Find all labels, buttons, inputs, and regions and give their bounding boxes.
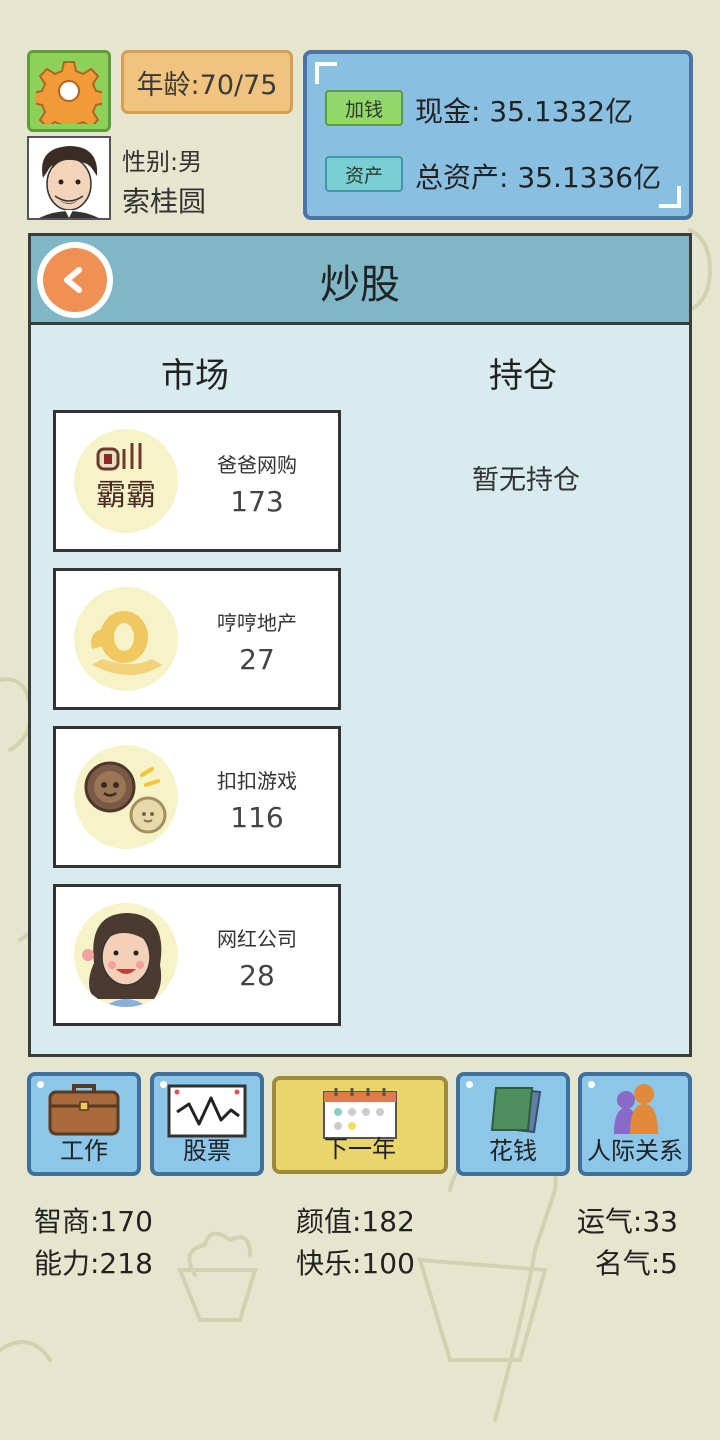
stat-happiness: 快乐:100: [296, 1247, 415, 1280]
nav-stocks-button[interactable]: 股票: [150, 1072, 264, 1176]
back-button[interactable]: [37, 242, 113, 318]
briefcase-icon: [48, 1084, 120, 1136]
panel-header: 炒股: [31, 236, 689, 325]
stat-luck: 运气:33: [576, 1205, 678, 1238]
chevron-left-icon: [64, 267, 82, 293]
age-display: 年龄:70/75: [121, 50, 293, 114]
nav-work-button[interactable]: 工作: [27, 1072, 141, 1176]
cash-value: 现金: 35.1332亿: [415, 95, 634, 128]
gear-icon: [36, 61, 102, 124]
player-face-icon: [29, 138, 109, 218]
gender-label: 性别:男: [122, 148, 203, 176]
stat-ability: 能力:218: [34, 1247, 153, 1280]
money-panel: 加钱 现金: 35.1332亿 资产 总资产: 35.1336亿: [303, 50, 693, 220]
svg-text:霸霸: 霸霸: [96, 478, 156, 513]
stock-price: 28: [239, 959, 275, 992]
stock-name: 网红公司: [217, 927, 297, 951]
stat-looks: 颜值:182: [296, 1205, 415, 1238]
stock-card[interactable]: 哼哼地产 27: [53, 568, 341, 710]
stock-price: 173: [230, 485, 284, 518]
nav-spend-button[interactable]: 花钱: [456, 1072, 570, 1176]
gold-coin-icon: [74, 587, 178, 691]
stock-price: 116: [230, 801, 284, 834]
holdings-heading: 持仓: [489, 356, 557, 396]
player-name: 索桂圆: [122, 185, 207, 218]
nav-spend-label: 花钱: [489, 1137, 537, 1165]
stock-trading-panel: 炒股 市场 持仓 暂无持仓 霸霸 爸爸网购 173 哼哼地产 27 扣扣游戏 1…: [28, 233, 692, 1057]
stock-card[interactable]: 扣扣游戏 116: [53, 726, 341, 868]
stat-fame: 名气:5: [594, 1247, 678, 1280]
nav-relations-label: 人际关系: [587, 1137, 683, 1165]
next-year-label: 下一年: [324, 1135, 396, 1163]
holdings-empty-text: 暂无持仓: [472, 465, 580, 496]
corner-decoration: [659, 186, 681, 208]
next-year-button[interactable]: 下一年: [272, 1076, 448, 1174]
money-stack-icon: [490, 1086, 542, 1134]
stock-name: 爸爸网购: [217, 453, 297, 477]
people-icon: [614, 1084, 658, 1134]
stat-iq: 智商:170: [34, 1205, 153, 1238]
market-heading: 市场: [161, 356, 229, 396]
stock-name: 哼哼地产: [217, 611, 297, 635]
stock-price: 27: [239, 643, 275, 676]
settings-button[interactable]: [27, 50, 111, 132]
nav-relations-button[interactable]: 人际关系: [578, 1072, 692, 1176]
page-title: 炒股: [320, 262, 400, 308]
bilibili-badge-icon: 霸霸: [74, 429, 178, 533]
buttons-icon: [74, 745, 178, 849]
add-money-button[interactable]: 加钱: [325, 90, 403, 126]
stock-name: 扣扣游戏: [217, 769, 297, 793]
player-avatar: [27, 136, 111, 220]
nav-stocks-label: 股票: [183, 1137, 231, 1165]
nav-work-label: 工作: [60, 1137, 108, 1165]
assets-button[interactable]: 资产: [325, 156, 403, 192]
stock-card[interactable]: 霸霸 爸爸网购 173: [53, 410, 341, 552]
girl-face-icon: [74, 903, 178, 1007]
stock-card[interactable]: 网红公司 28: [53, 884, 341, 1026]
corner-decoration: [315, 62, 337, 84]
total-assets-value: 总资产: 35.1336亿: [415, 161, 662, 194]
